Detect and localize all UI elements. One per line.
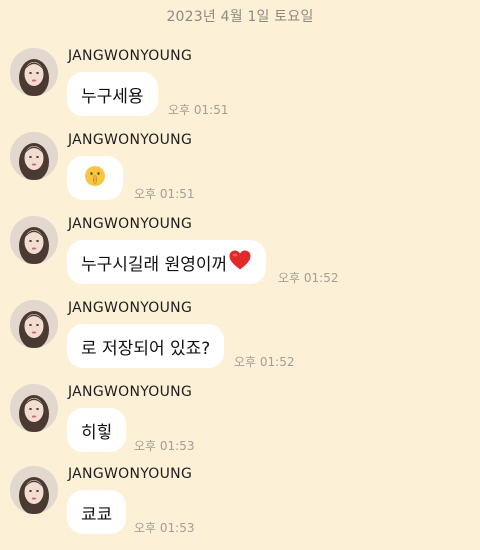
message-row: JANGWONYOUNG 쿄쿄 오후 01:53	[0, 466, 480, 550]
message-row: JANGWONYOUNG 누구시길래 원영이꺼 오후 01:52	[0, 216, 480, 300]
avatar[interactable]	[10, 132, 58, 180]
message-bubble[interactable]: 누구시길래 원영이꺼	[67, 240, 267, 284]
avatar[interactable]	[10, 48, 58, 96]
shushing-face-icon	[84, 165, 106, 192]
message-time: 오후 01:53	[134, 521, 195, 535]
sender-name: JANGWONYOUNG	[68, 48, 193, 64]
message-time: 오후 01:52	[278, 271, 339, 285]
avatar[interactable]	[10, 300, 58, 348]
avatar[interactable]	[10, 216, 58, 264]
avatar[interactable]	[10, 384, 58, 432]
sender-name: JANGWONYOUNG	[68, 216, 193, 232]
message-row: JANGWONYOUNG 오후 01:51	[0, 132, 480, 216]
message-row: JANGWONYOUNG 로 저장되어 있죠? 오후 01:52	[0, 300, 480, 384]
sender-name: JANGWONYOUNG	[68, 132, 193, 148]
message-time: 오후 01:51	[134, 187, 195, 201]
red-heart-icon	[228, 249, 252, 276]
message-bubble[interactable]: 히힣	[67, 408, 127, 452]
message-row: JANGWONYOUNG 히힣 오후 01:53	[0, 384, 480, 468]
message-bubble[interactable]: 누구세용	[67, 72, 158, 116]
date-header: 2023년 4월 1일 토요일	[166, 9, 314, 25]
message-text: 누구세용	[81, 86, 144, 107]
sender-name: JANGWONYOUNG	[68, 384, 193, 400]
message-time: 오후 01:51	[168, 103, 229, 117]
sender-name: JANGWONYOUNG	[68, 300, 193, 316]
message-text: 로 저장되어 있죠?	[81, 338, 211, 359]
message-text: 누구시길래 원영이꺼	[81, 254, 228, 275]
avatar[interactable]	[10, 466, 58, 514]
message-bubble[interactable]	[67, 156, 123, 200]
message-bubble[interactable]: 쿄쿄	[67, 490, 127, 534]
message-time: 오후 01:53	[134, 439, 195, 453]
message-bubble[interactable]: 로 저장되어 있죠?	[67, 324, 225, 368]
message-text: 쿄쿄	[81, 504, 113, 525]
message-text: 히힣	[81, 422, 113, 443]
message-time: 오후 01:52	[234, 355, 295, 369]
message-row: JANGWONYOUNG 누구세용 오후 01:51	[0, 48, 480, 132]
sender-name: JANGWONYOUNG	[68, 466, 193, 482]
